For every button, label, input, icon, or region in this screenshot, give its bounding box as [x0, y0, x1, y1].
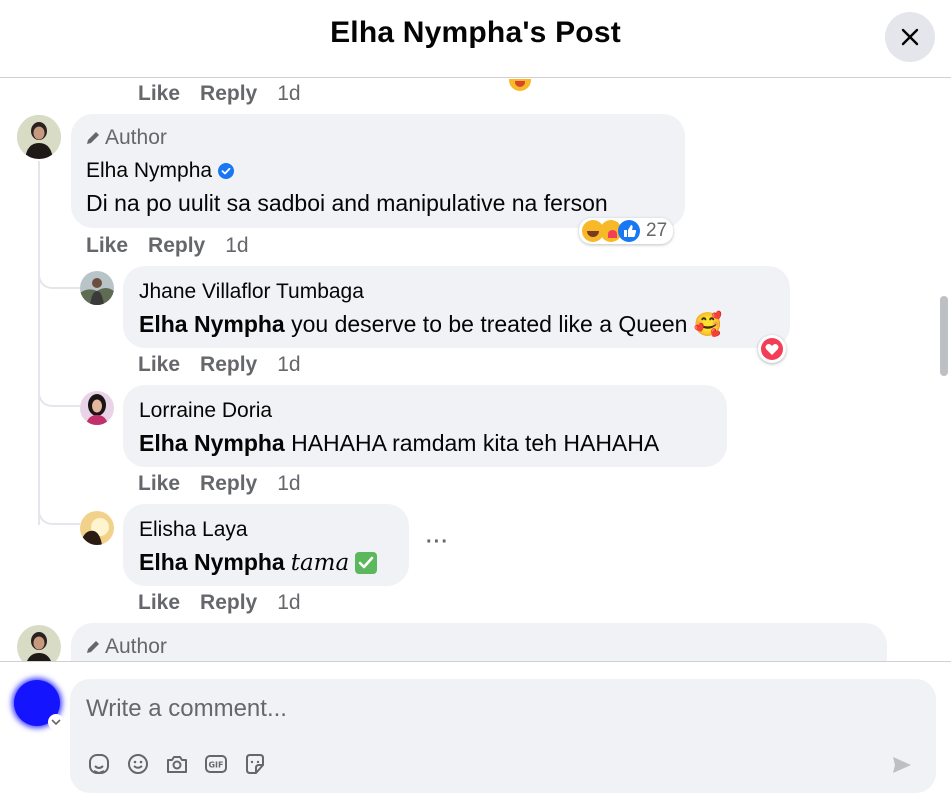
reply-time: 1d — [277, 472, 301, 495]
reply-link[interactable]: Reply — [200, 82, 257, 106]
check-mark-icon — [355, 551, 378, 574]
avatar[interactable] — [80, 271, 114, 305]
avatar[interactable] — [80, 391, 114, 425]
send-icon — [893, 757, 911, 773]
like-link[interactable]: Like — [138, 82, 180, 106]
reply-link[interactable]: Reply — [148, 234, 205, 258]
reply-time: 1d — [277, 353, 301, 376]
author-badge: Author — [85, 635, 167, 659]
avatar[interactable] — [17, 625, 61, 661]
avatar[interactable] — [80, 511, 114, 545]
reply-message: 𝑡𝑎𝑚𝑎 — [290, 549, 350, 576]
reply-message: HAHAHA ramdam kita teh HAHAHA — [291, 430, 660, 456]
reply-author-name[interactable]: Elisha Laya — [139, 518, 248, 542]
reply-author-name[interactable]: Lorraine Doria — [139, 399, 272, 423]
composer-avatar[interactable] — [14, 680, 64, 730]
thread-branch — [38, 379, 80, 407]
send-button[interactable] — [888, 751, 916, 779]
reply-actions: Like Reply 1d — [138, 472, 301, 496]
author-badge: Author — [85, 126, 167, 150]
thread-line — [38, 161, 40, 525]
avatar[interactable] — [17, 115, 61, 159]
gif-icon: GIF — [205, 755, 227, 773]
comment-actions: Like Reply 1d — [86, 234, 249, 258]
like-link[interactable]: Like — [138, 353, 180, 377]
haha-reaction-icon — [509, 79, 531, 91]
author-label: Author — [105, 126, 167, 149]
mention-link[interactable]: Elha Nympha — [139, 430, 285, 456]
emoji-icon — [128, 754, 148, 774]
svg-text:GIF: GIF — [208, 761, 223, 770]
like-link[interactable]: Like — [86, 234, 128, 258]
avatar-photo — [80, 391, 114, 425]
avatar-photo — [80, 271, 114, 305]
reply-actions: Like Reply 1d — [138, 591, 301, 615]
gif-button[interactable]: GIF — [203, 751, 229, 777]
post-title: Elha Nympha's Post — [330, 16, 621, 49]
reply-author-name[interactable]: Jhane Villaflor Tumbaga — [139, 280, 364, 304]
avatar-sticker-icon — [89, 754, 109, 775]
emoji-button[interactable] — [125, 751, 151, 777]
comment-author-name[interactable]: Elha Nympha — [86, 159, 235, 183]
reply-time: 1d — [277, 591, 301, 614]
post-header: Elha Nympha's Post — [0, 0, 951, 78]
comment-actions: Like Reply 1d — [138, 82, 301, 106]
heart-icon — [761, 338, 783, 360]
thread-branch — [38, 499, 80, 525]
sticker-button[interactable] — [242, 751, 268, 777]
reply-bubble: Jhane Villaflor Tumbaga Elha Nympha you … — [123, 266, 790, 348]
comment-bubble: Author Elha Nympha Di na po uulit sa sad… — [71, 114, 685, 228]
pencil-icon — [87, 132, 99, 144]
avatar-photo — [17, 115, 61, 159]
like-reaction-icon — [618, 220, 640, 242]
comment-bubble: Author — [71, 623, 887, 661]
sticker-icon — [246, 754, 264, 774]
comment-text: Di na po uulit sa sadboi and manipulativ… — [86, 190, 608, 216]
avatar-photo — [17, 625, 61, 661]
camera-icon — [167, 756, 187, 773]
comment-time: 1d — [277, 82, 301, 105]
author-name-text[interactable]: Elha Nympha — [86, 159, 212, 183]
chevron-down-icon[interactable] — [48, 714, 64, 730]
close-icon — [901, 28, 919, 46]
avatar-sticker-button[interactable] — [86, 751, 112, 777]
mention-link[interactable]: Elha Nympha — [139, 549, 285, 576]
avatar-photo — [80, 511, 114, 545]
pencil-icon — [87, 641, 99, 653]
scrollbar-thumb[interactable] — [940, 296, 948, 376]
author-label: Author — [105, 635, 167, 658]
reply-text: Elha Nympha HAHAHA ramdam kita teh HAHAH… — [139, 430, 659, 457]
verified-badge-icon — [218, 163, 235, 179]
reply-bubble: Elisha Laya Elha Nympha 𝑡𝑎𝑚𝑎 — [123, 504, 409, 586]
comment-input[interactable] — [86, 693, 866, 725]
mention-link[interactable]: Elha Nympha — [139, 311, 285, 337]
reply-bubble: Lorraine Doria Elha Nympha HAHAHA ramdam… — [123, 385, 727, 467]
camera-button[interactable] — [164, 751, 190, 777]
close-button[interactable] — [885, 12, 935, 62]
reply-text: Elha Nympha 𝑡𝑎𝑚𝑎 — [139, 549, 378, 576]
reaction-summary[interactable]: 27 — [579, 218, 674, 244]
reply-link[interactable]: Reply — [200, 472, 257, 496]
reply-message: you deserve to be treated like a Queen — [291, 311, 688, 337]
reaction-count: 27 — [646, 220, 668, 241]
like-link[interactable]: Like — [138, 472, 180, 496]
like-link[interactable]: Like — [138, 591, 180, 615]
reply-actions: Like Reply 1d — [138, 353, 301, 377]
love-reaction[interactable] — [758, 335, 786, 363]
reply-link[interactable]: Reply — [200, 591, 257, 615]
more-options-button[interactable]: ··· — [426, 531, 449, 554]
reply-text: Elha Nympha you deserve to be treated li… — [139, 311, 723, 338]
thread-branch — [38, 259, 80, 289]
comment-time: 1d — [225, 234, 249, 257]
smiling-hearts-emoji: 🥰 — [693, 311, 723, 337]
reply-link[interactable]: Reply — [200, 353, 257, 377]
comment-composer: GIF — [0, 661, 951, 804]
comment-box: GIF — [70, 679, 936, 793]
comments-feed[interactable]: Like Reply 1d Author Elha Nympha Di na p… — [0, 79, 951, 661]
